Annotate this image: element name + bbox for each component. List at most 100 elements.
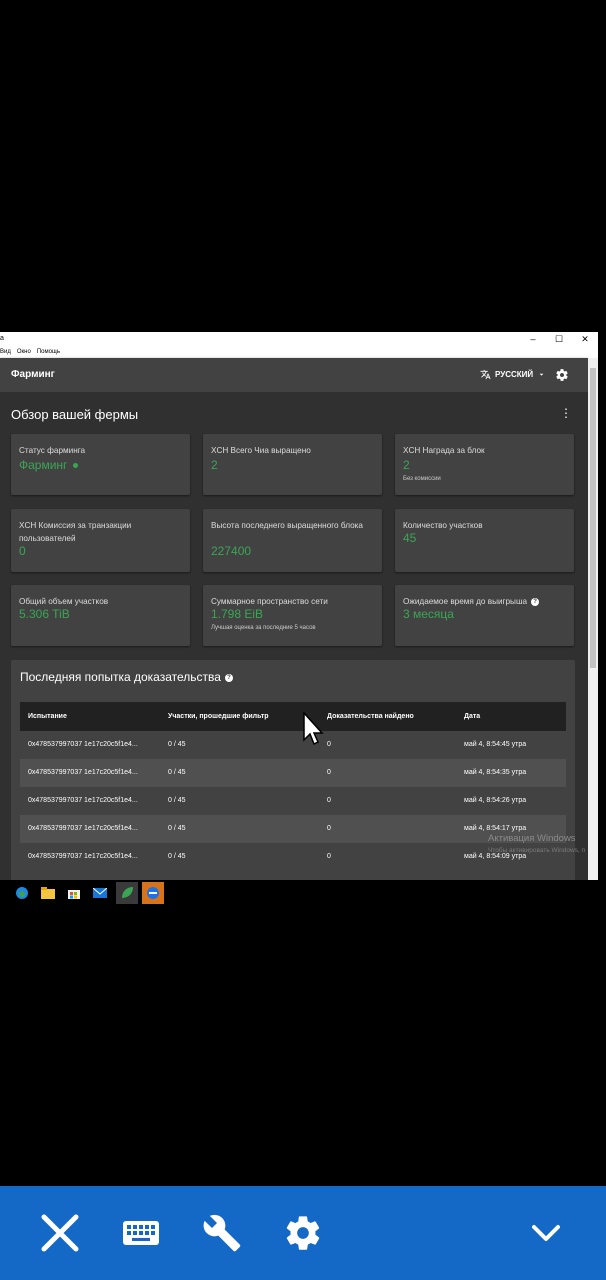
card-value: 227400 (211, 544, 252, 558)
cell-proofs-found: 0 (327, 741, 331, 748)
cell-proofs-found: 0 (327, 769, 331, 776)
card-label: Высота последнего выращенного блока (211, 521, 363, 530)
panel-title: Последняя попытка доказательства? (20, 670, 233, 684)
card-label: XCH Комиссия за транзакции пользователей (19, 521, 132, 543)
app-window: a – ☐ ✕ Вид Окно Помощь Фарминг РУССКИЙ … (0, 332, 598, 880)
cell-proofs-found: 0 (327, 825, 331, 832)
cell-date: май 4, 8:54:26 утра (464, 797, 527, 804)
card-total-xch-farmed: XCH Всего Чиа выращено 2 (203, 434, 382, 495)
table-row[interactable]: 0x478537997037 1e17c20c5f1e4... 0 / 45 0… (20, 731, 566, 759)
column-proofs-found[interactable]: Доказательства найдено (327, 702, 414, 731)
card-value: 1.798 EiB (211, 607, 264, 621)
card-value: Фарминг (19, 458, 79, 472)
cell-challenge: 0x478537997037 1e17c20c5f1e4... (28, 797, 138, 804)
keyboard-icon[interactable] (121, 1213, 161, 1253)
cell-plots-passed: 0 / 45 (168, 825, 186, 832)
table-row[interactable]: 0x478537997037 1e17c20c5f1e4... 0 / 45 0… (20, 843, 566, 871)
farming-status-value: Фарминг (19, 458, 68, 472)
windows-activation-hint: Чтобы активировать Windows, п (488, 847, 586, 854)
cell-date: май 4, 8:54:35 утра (464, 769, 527, 776)
card-plot-count: Количество участков 45 (395, 509, 574, 572)
cell-proofs-found: 0 (327, 853, 331, 860)
language-label: РУССКИЙ (495, 370, 534, 379)
column-plots-passed[interactable]: Участки, прошедшие фильтр (168, 702, 269, 731)
card-label: Статус фарминга (19, 446, 86, 455)
card-farming-status: Статус фарминга Фарминг (11, 434, 190, 495)
cell-challenge: 0x478537997037 1e17c20c5f1e4... (28, 769, 138, 776)
card-label-text: Ожидаемое время до выигрыша (403, 597, 528, 606)
column-challenge[interactable]: Испытание (28, 702, 67, 731)
settings-icon[interactable] (555, 368, 569, 382)
card-last-block-height: Высота последнего выращенного блока 2274… (203, 509, 382, 572)
card-label: Количество участков (403, 521, 483, 530)
proofs-table: Испытание Участки, прошедшие фильтр Дока… (20, 702, 566, 871)
windows-taskbar (0, 880, 606, 906)
window-controls: – ☐ ✕ (520, 332, 598, 346)
menu-view[interactable]: Вид (0, 349, 11, 355)
menu-window[interactable]: Окно (17, 349, 31, 355)
edge-icon[interactable] (14, 885, 30, 901)
more-options-icon[interactable]: ⋮ (560, 406, 572, 420)
minimize-button[interactable]: – (520, 332, 546, 346)
window-titlebar: a – ☐ ✕ (0, 332, 598, 346)
card-value: 5.306 TiB (19, 607, 70, 621)
cell-plots-passed: 0 / 45 (168, 797, 186, 804)
card-label: XCH Всего Чиа выращено (211, 446, 311, 455)
cell-challenge: 0x478537997037 1e17c20c5f1e4... (28, 741, 138, 748)
mail-icon[interactable] (92, 885, 108, 901)
window-title: a (0, 335, 4, 342)
card-value: 2 (211, 458, 218, 472)
card-value: 0 (19, 544, 26, 558)
close-icon[interactable] (40, 1213, 80, 1253)
remote-control-toolbar (0, 1186, 606, 1280)
card-network-space: Суммарное пространство сети 1.798 EiB Лу… (203, 585, 382, 646)
table-row[interactable]: 0x478537997037 1e17c20c5f1e4... 0 / 45 0… (20, 787, 566, 815)
windows-activation-watermark: Активация Windows (488, 833, 576, 844)
card-expected-time-to-win: Ожидаемое время до выигрыша? 3 месяца (395, 585, 574, 646)
teamviewer-icon[interactable] (142, 882, 164, 904)
file-explorer-icon[interactable] (40, 885, 56, 901)
vertical-scrollbar[interactable] (588, 358, 598, 880)
page-title: Фарминг (11, 369, 55, 380)
card-value: 45 (403, 531, 417, 545)
cell-proofs-found: 0 (327, 797, 331, 804)
cell-plots-passed: 0 / 45 (168, 741, 186, 748)
table-body: 0x478537997037 1e17c20c5f1e4... 0 / 45 0… (20, 731, 566, 871)
main-content: Обзор вашей фермы ⋮ Статус фарминга Фарм… (0, 392, 588, 880)
cell-date: май 4, 8:54:45 утра (464, 741, 527, 748)
table-row[interactable]: 0x478537997037 1e17c20c5f1e4... 0 / 45 0… (20, 815, 566, 843)
card-label: XCH Награда за блок (403, 446, 485, 455)
column-date[interactable]: Дата (464, 702, 480, 731)
close-window-button[interactable]: ✕ (572, 332, 598, 346)
translate-icon (480, 369, 491, 380)
menu-help[interactable]: Помощь (37, 349, 60, 355)
menu-bar: Вид Окно Помощь (0, 346, 598, 358)
wrench-icon[interactable] (202, 1213, 242, 1253)
chia-app-icon[interactable] (116, 882, 138, 904)
proofs-heading: Последняя попытка доказательства (20, 670, 221, 684)
scrollbar-thumb[interactable] (590, 368, 596, 668)
card-block-reward: XCH Награда за блок 2 Без комиссии (395, 434, 574, 495)
card-subtext: Лучшая оценка за последние 5 часов (211, 625, 316, 631)
overview-heading: Обзор вашей фермы (11, 407, 139, 422)
settings-gear-icon[interactable] (283, 1213, 323, 1253)
maximize-button[interactable]: ☐ (546, 332, 572, 346)
cell-plots-passed: 0 / 45 (168, 769, 186, 776)
help-icon[interactable]: ? (531, 597, 540, 606)
cell-plots-passed: 0 / 45 (168, 853, 186, 860)
store-icon[interactable] (66, 885, 82, 901)
card-value: 3 месяца (403, 607, 454, 621)
help-icon[interactable]: ? (224, 673, 233, 682)
app-header: Фарминг РУССКИЙ (0, 358, 588, 392)
cell-challenge: 0x478537997037 1e17c20c5f1e4... (28, 825, 138, 832)
card-value: 2 (403, 458, 410, 472)
language-selector[interactable]: РУССКИЙ (480, 369, 546, 380)
table-row[interactable]: 0x478537997037 1e17c20c5f1e4... 0 / 45 0… (20, 759, 566, 787)
mouse-cursor-icon (303, 712, 324, 746)
status-dot-icon (73, 463, 79, 469)
card-subtext: Без комиссии (403, 476, 441, 482)
card-user-fees: XCH Комиссия за транзакции пользователей… (11, 509, 190, 572)
chevron-down-icon[interactable] (526, 1213, 566, 1253)
table-header: Испытание Участки, прошедшие фильтр Дока… (20, 702, 566, 731)
card-total-plot-size: Общий объем участков 5.306 TiB (11, 585, 190, 646)
